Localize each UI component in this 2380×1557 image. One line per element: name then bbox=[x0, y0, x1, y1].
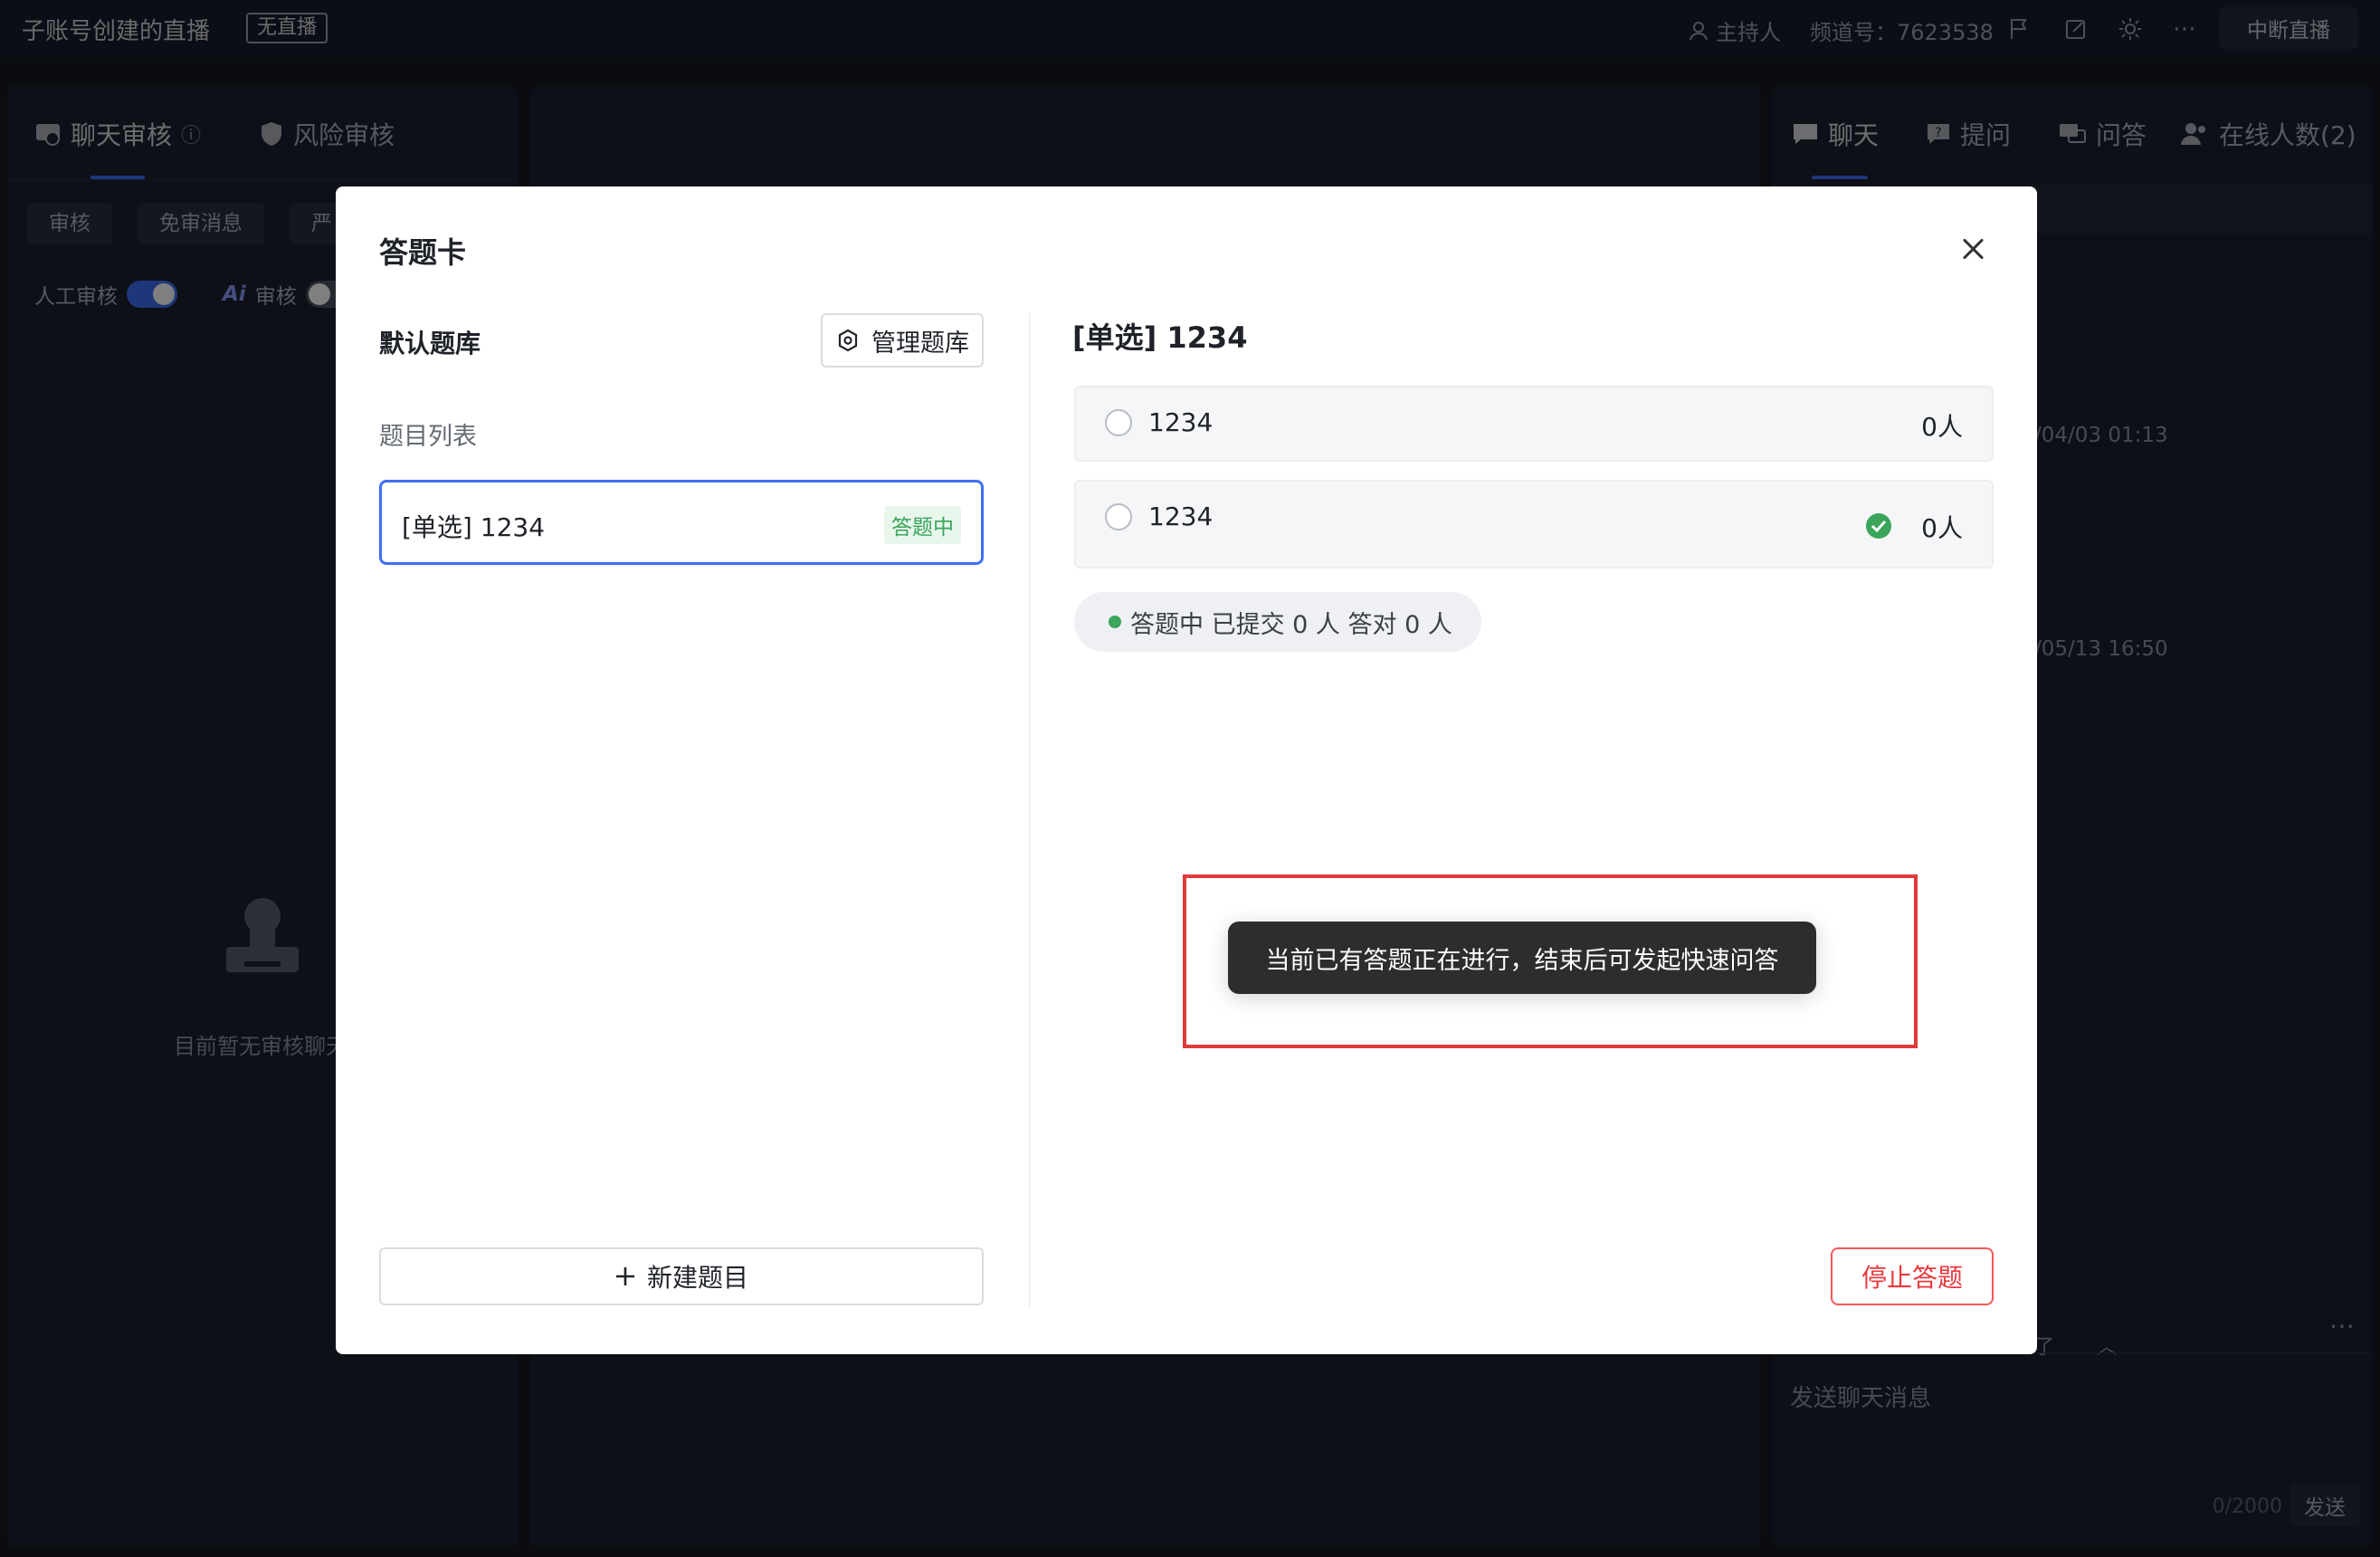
divider bbox=[1029, 313, 1030, 1309]
plus-icon bbox=[615, 1267, 634, 1285]
progress-text: 答题中 已提交 0 人 答对 0 人 bbox=[1130, 610, 1452, 639]
question-item-text: [单选] 1234 bbox=[402, 512, 546, 542]
answer-option: 1234 0人 bbox=[1074, 480, 1994, 568]
question-detail-title: [单选] 1234 bbox=[1072, 320, 1248, 355]
question-list-label: 题目列表 bbox=[379, 423, 477, 451]
radio-icon bbox=[1105, 503, 1132, 530]
status-badge: 答题中 bbox=[884, 506, 961, 544]
toast-message: 当前已有答题正在进行，结束后可发起快速问答 bbox=[1228, 922, 1816, 994]
radio-icon bbox=[1105, 409, 1132, 436]
question-bank-name: 默认题库 bbox=[379, 329, 481, 358]
close-icon[interactable] bbox=[1956, 232, 1992, 268]
option-text: 1234 bbox=[1148, 501, 1214, 531]
modal-title: 答题卡 bbox=[379, 235, 467, 270]
check-circle-icon bbox=[1866, 513, 1891, 539]
option-count: 0人 bbox=[1921, 513, 1963, 543]
stop-answer-button[interactable]: 停止答题 bbox=[1831, 1247, 1994, 1305]
question-list-item[interactable]: [单选] 1234 答题中 bbox=[379, 480, 984, 565]
status-dot-icon bbox=[1109, 616, 1121, 628]
answer-card-modal: 答题卡 默认题库 管理题库 题目列表 [单选] 1234 答题中 新建题目 [单… bbox=[336, 186, 2037, 1354]
option-count: 0人 bbox=[1921, 412, 1963, 442]
new-question-label: 新建题目 bbox=[646, 1263, 748, 1293]
manage-bank-label: 管理题库 bbox=[871, 329, 969, 358]
answer-option: 1234 0人 bbox=[1074, 386, 1994, 462]
option-text: 1234 bbox=[1148, 407, 1214, 437]
answer-progress: 答题中 已提交 0 人 答对 0 人 bbox=[1074, 592, 1481, 652]
manage-bank-button[interactable]: 管理题库 bbox=[821, 313, 984, 368]
new-question-button[interactable]: 新建题目 bbox=[379, 1247, 984, 1305]
settings-icon bbox=[838, 329, 858, 352]
